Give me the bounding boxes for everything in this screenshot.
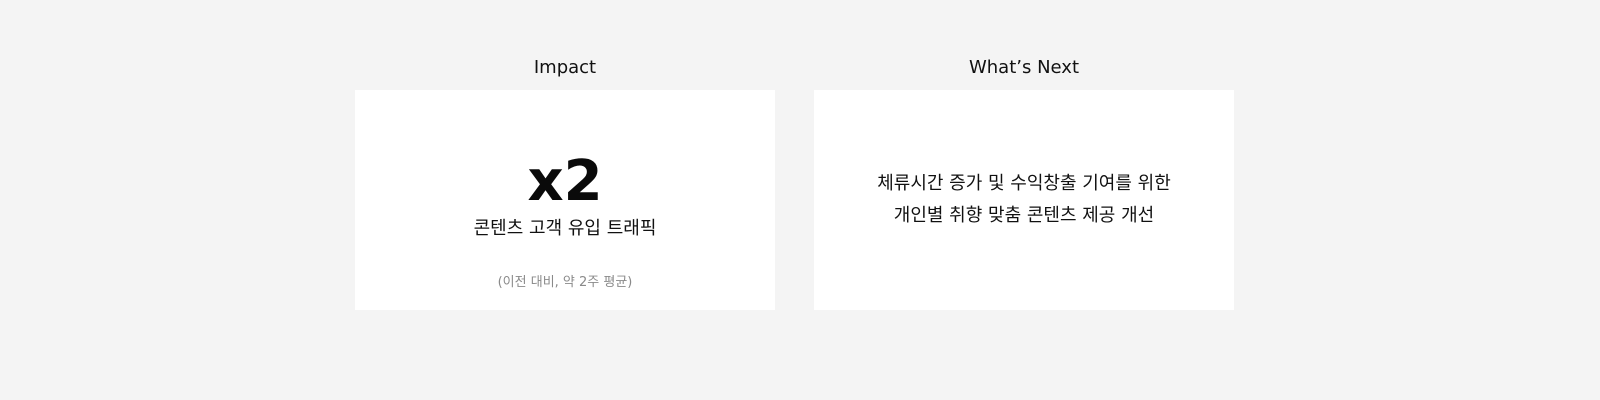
whats-next-heading: What’s Next (968, 57, 1080, 78)
whats-next-line-1: 체류시간 증가 및 수익창출 기여를 위한 (877, 173, 1171, 194)
impact-metric-note: (이전 대비, 약 2주 평균) (497, 275, 633, 290)
impact-metric-value: x2 (527, 149, 603, 214)
impact-heading: Impact (533, 57, 597, 78)
whats-next-description: 체류시간 증가 및 수익창출 기여를 위한 개인별 취향 맞춤 콘텐츠 제공 개… (814, 168, 1234, 232)
whats-next-line-2: 개인별 취향 맞춤 콘텐츠 제공 개선 (893, 205, 1155, 226)
impact-card: x2 콘텐츠 고객 유입 트래픽 (이전 대비, 약 2주 평균) (355, 90, 775, 310)
impact-metric-label: 콘텐츠 고객 유입 트래픽 (473, 218, 657, 239)
whats-next-card: 체류시간 증가 및 수익창출 기여를 위한 개인별 취향 맞춤 콘텐츠 제공 개… (814, 90, 1234, 310)
